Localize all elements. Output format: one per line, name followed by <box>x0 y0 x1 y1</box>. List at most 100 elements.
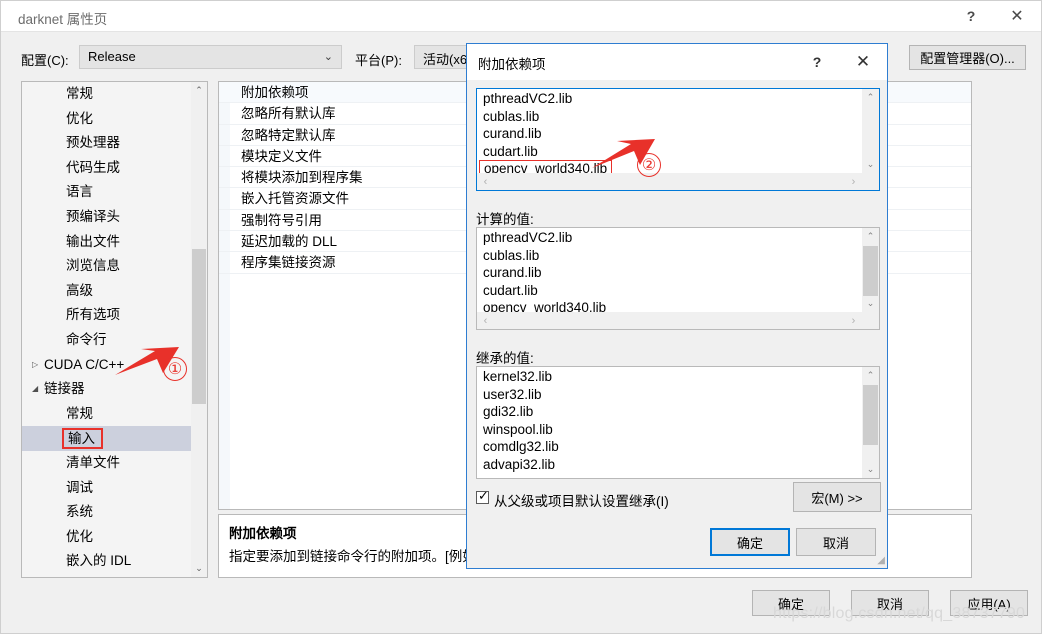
tree-item-label: 链接器 <box>44 381 85 397</box>
tree-item[interactable]: 代码生成 <box>22 156 192 181</box>
scroll-left-icon[interactable]: ‹ <box>477 312 494 329</box>
list-item[interactable]: winspool.lib <box>477 421 861 439</box>
help-icon[interactable]: ? <box>948 1 994 31</box>
property-name: 模块定义文件 <box>241 148 322 164</box>
list-item[interactable]: curand.lib <box>477 125 861 143</box>
tree-item[interactable]: 语言 <box>22 180 192 205</box>
dialog-ok-button[interactable]: 确定 <box>710 528 790 556</box>
vertical-scrollbar[interactable]: ⌃ ⌄ <box>862 367 879 478</box>
evaluated-values-list[interactable]: pthreadVC2.lib cublas.lib curand.lib cudart… <box>476 227 880 330</box>
tree-item[interactable]: ◢ 链接器 <box>22 377 192 402</box>
close-icon[interactable]: ✕ <box>994 1 1040 31</box>
tree-item[interactable]: 优化 <box>22 525 192 550</box>
tree-item-label: 常规 <box>66 86 93 101</box>
property-name: 嵌入托管资源文件 <box>241 191 349 207</box>
list-item[interactable]: cudart.lib <box>477 282 861 300</box>
tree-item[interactable]: 输出文件 <box>22 230 192 255</box>
tree-item-label: 所有选项 <box>66 307 120 323</box>
apply-button[interactable]: 应用(A) <box>950 590 1028 616</box>
list-item[interactable]: user32.lib <box>477 386 861 404</box>
configuration-value: Release <box>88 49 136 64</box>
vertical-scrollbar-thumb[interactable] <box>863 246 878 296</box>
settings-tree[interactable]: 常规 优化 预处理器 代码生成 语言 预编译头 输出文件 浏览信息 高级 所有选项 命令行 ▷ CUDA… <box>21 81 208 578</box>
list-item[interactable]: cublas.lib <box>477 247 861 265</box>
scroll-down-icon[interactable]: ⌄ <box>191 560 207 577</box>
scroll-up-icon[interactable]: ⌃ <box>862 367 879 384</box>
property-name: 将模块添加到程序集 <box>241 170 363 186</box>
list-item[interactable]: cudart.lib <box>477 143 861 161</box>
chevron-expand-icon[interactable]: ▷ <box>32 353 44 378</box>
scroll-up-icon[interactable]: ⌃ <box>191 82 207 99</box>
check-icon: ✓ <box>478 488 489 503</box>
list-item[interactable]: advapi32.lib <box>477 456 861 474</box>
tree-item-label: 预编译头 <box>66 208 120 224</box>
scroll-down-icon[interactable]: ⌄ <box>862 295 879 312</box>
scroll-up-icon[interactable]: ⌃ <box>862 228 879 245</box>
list-item[interactable]: pthreadVC2.lib <box>477 90 861 108</box>
list-item-text: pthreadVC2.lib <box>483 91 573 106</box>
tree-item-label: 清单文件 <box>66 454 120 470</box>
tree-scrollbar[interactable]: ⌃ ⌄ <box>191 82 207 577</box>
resize-handle-icon[interactable]: ◢ <box>873 555 885 567</box>
inherited-values-items: kernel32.lib user32.lib gdi32.lib winspool.… <box>477 368 861 474</box>
tree-item[interactable]: 预编译头 <box>22 205 192 230</box>
scroll-left-icon[interactable]: ‹ <box>477 173 494 190</box>
tree-item[interactable]: 清单文件 <box>22 451 192 476</box>
tree-item[interactable]: 系统 <box>22 500 192 525</box>
vertical-scrollbar[interactable]: ⌃ ⌄ <box>862 89 879 173</box>
configuration-select[interactable]: Release ⌄ <box>79 45 342 69</box>
scroll-down-icon[interactable]: ⌄ <box>862 461 879 478</box>
tree-scrollbar-thumb[interactable] <box>192 249 206 404</box>
tree-item-label: 高级 <box>66 282 93 298</box>
inherit-checkbox[interactable]: ✓ <box>476 488 489 504</box>
tree-item[interactable]: Windows 元数据 <box>22 574 192 577</box>
tree-item[interactable]: 优化 <box>22 107 192 132</box>
vertical-scrollbar[interactable]: ⌃ ⌄ <box>862 228 879 312</box>
help-icon[interactable]: ? <box>803 52 831 72</box>
scroll-right-icon[interactable]: › <box>845 312 862 329</box>
dependencies-edit-items: pthreadVC2.lib cublas.lib curand.lib cudart… <box>477 90 861 178</box>
vertical-scrollbar-thumb[interactable] <box>863 385 878 445</box>
close-icon[interactable]: ✕ <box>847 50 879 74</box>
settings-tree-items: 常规 优化 预处理器 代码生成 语言 预编译头 输出文件 浏览信息 高级 所有选项 命令行 ▷ CUDA… <box>22 82 192 577</box>
config-manager-button[interactable]: 配置管理器(O)... <box>909 45 1026 70</box>
tree-item[interactable]: 所有选项 <box>22 303 192 328</box>
tree-item[interactable]: 常规 <box>22 402 192 427</box>
tree-item[interactable]: 预处理器 <box>22 131 192 156</box>
list-item-text: winspool.lib <box>483 421 553 437</box>
list-item[interactable]: kernel32.lib <box>477 368 861 386</box>
tree-item-label: 调试 <box>66 479 93 495</box>
macro-button[interactable]: 宏(M) >> <box>793 482 881 512</box>
tree-item-label: 系统 <box>66 504 93 520</box>
list-item[interactable]: cublas.lib <box>477 108 861 126</box>
list-item-text: gdi32.lib <box>483 404 534 420</box>
chevron-down-icon: ⌄ <box>323 51 333 63</box>
list-item[interactable]: comdlg32.lib <box>477 438 861 456</box>
dialog-cancel-button[interactable]: 取消 <box>796 528 876 556</box>
list-item[interactable]: curand.lib <box>477 264 861 282</box>
tree-item[interactable]: 常规 <box>22 82 192 107</box>
ok-button[interactable]: 确定 <box>752 590 830 616</box>
chevron-collapse-icon[interactable]: ◢ <box>32 377 44 402</box>
horizontal-scrollbar[interactable]: ‹ › <box>477 173 862 190</box>
dependencies-edit-list[interactable]: pthreadVC2.lib cublas.lib curand.lib cudart… <box>476 88 880 191</box>
inherited-values-list[interactable]: kernel32.lib user32.lib gdi32.lib winspool.… <box>476 366 880 479</box>
scroll-down-icon[interactable]: ⌄ <box>862 156 879 173</box>
tree-item[interactable]: 高级 <box>22 279 192 304</box>
tree-item-label: CUDA C/C++ <box>44 356 125 372</box>
cancel-button[interactable]: 取消 <box>851 590 929 616</box>
list-item[interactable]: gdi32.lib <box>477 403 861 421</box>
window-titlebar: darknet 属性页 ? ✕ <box>1 1 1041 32</box>
list-item-text: kernel32.lib <box>483 369 553 384</box>
tree-item[interactable]: 调试 <box>22 476 192 501</box>
scroll-up-icon[interactable]: ⌃ <box>862 89 879 106</box>
tree-item-selected[interactable]: 输入 <box>22 426 192 451</box>
tree-item[interactable]: 嵌入的 IDL <box>22 549 192 574</box>
list-item[interactable]: pthreadVC2.lib <box>477 229 861 247</box>
list-item-text: curand.lib <box>483 126 542 142</box>
scroll-right-icon[interactable]: › <box>845 173 862 190</box>
property-name: 延迟加载的 DLL <box>241 234 338 250</box>
tree-item[interactable]: 浏览信息 <box>22 254 192 279</box>
tree-item[interactable]: 命令行 <box>22 328 192 353</box>
horizontal-scrollbar[interactable]: ‹ › <box>477 312 862 329</box>
